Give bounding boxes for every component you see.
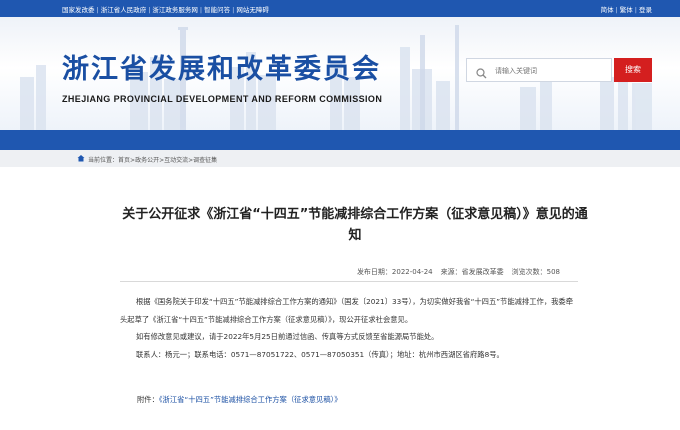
attachment-link[interactable]: 《浙江省“十四五”节能减排综合工作方案（征求意见稿）》	[159, 395, 342, 404]
search-button[interactable]: 搜索	[614, 58, 652, 82]
article-title: 关于公开征求《浙江省“十四五”节能减排综合工作方案（征求意见稿）》意见的通知	[122, 207, 588, 243]
home-icon	[77, 154, 85, 164]
article-body: 根据《国务院关于印发“十四五”节能减排综合工作方案的通知》（国发〔2021〕33…	[120, 293, 578, 363]
paragraph-2: 如有修改意见或建议，请于2022年5月25日前通过信函、传真等方式反馈至省能源局…	[136, 332, 439, 341]
top-right-links: 简体 | 繁体 | 登录	[600, 6, 652, 14]
breadcrumb-trail: 当前位置：首页>政务公开>互动交流>调查征集	[88, 155, 217, 164]
article-source: 来源：省发展改革委	[440, 268, 504, 276]
site-logo-subtitle: ZHEJIANG PROVINCIAL DEVELOPMENT AND REFO…	[62, 94, 383, 104]
breadcrumb-item-survey[interactable]: 调查征集	[193, 157, 217, 164]
meta-divider	[120, 281, 578, 282]
top-utility-bar: 国家发改委 | 浙江省人民政府 | 浙江政务服务网 | 智能问答 | 网站无障碍 简体 | 繁体 | 登…	[0, 0, 680, 17]
search-input[interactable]	[493, 62, 611, 80]
breadcrumb-item-home[interactable]: 首页	[118, 157, 130, 164]
top-link-zj-gov[interactable]: 浙江省人民政府	[101, 6, 147, 14]
nav-bar	[0, 130, 680, 150]
login-link[interactable]: 登录	[639, 6, 652, 14]
breadcrumb-item-open-gov[interactable]: 政务公开	[135, 157, 159, 164]
lang-simplified-link[interactable]: 简体	[601, 6, 614, 14]
breadcrumb: 当前位置：首页>政务公开>互动交流>调查征集	[0, 150, 680, 167]
search-icon	[476, 64, 487, 83]
paragraph-3: 联系人：杨元一；联系电话：0571—87051722、0571—87050351…	[136, 349, 504, 359]
search-box	[466, 58, 612, 82]
breadcrumb-item-interaction[interactable]: 互动交流	[164, 157, 188, 164]
site-header: 浙江省发展和改革委员会 ZHEJIANG PROVINCIAL DEVELOPM…	[0, 17, 680, 130]
breadcrumb-label: 当前位置：	[88, 157, 119, 164]
top-link-zj-service[interactable]: 浙江政务服务网	[152, 6, 198, 14]
site-logo-title[interactable]: 浙江省发展和改革委员会	[62, 47, 381, 86]
view-count: 浏览次数：508	[511, 268, 560, 276]
top-link-smart-qa[interactable]: 智能问答	[204, 6, 230, 14]
paragraph-1: 根据《国务院关于印发“十四五”节能减排综合工作方案的通知》（国发〔2021〕33…	[120, 297, 574, 324]
publish-date: 发布日期：2022-04-24	[356, 268, 433, 276]
top-link-ndrc[interactable]: 国家发改委	[62, 6, 95, 14]
top-link-accessibility[interactable]: 网站无障碍	[236, 6, 269, 14]
attachment-line: 附件：《浙江省“十四五”节能减排综合工作方案（征求意见稿）》	[137, 395, 342, 405]
top-links: 国家发改委 | 浙江省人民政府 | 浙江政务服务网 | 智能问答 | 网站无障碍	[62, 6, 269, 14]
attachment-label: 附件：	[137, 395, 159, 404]
lang-traditional-link[interactable]: 繁体	[620, 6, 633, 14]
article-meta: 发布日期：2022-04-24 来源：省发展改革委 浏览次数：508	[120, 267, 578, 277]
